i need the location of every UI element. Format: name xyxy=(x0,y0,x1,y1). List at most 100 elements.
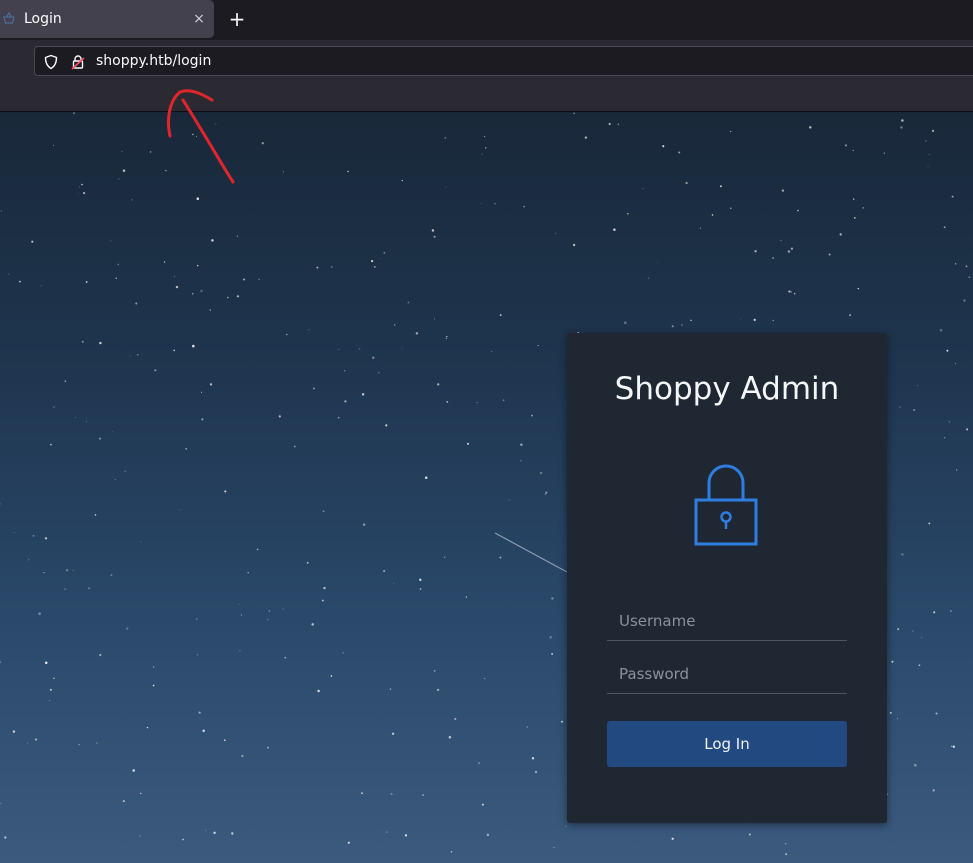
star xyxy=(27,559,30,561)
star xyxy=(347,170,349,173)
star xyxy=(968,276,971,279)
star xyxy=(433,669,436,672)
star xyxy=(44,537,48,540)
star xyxy=(839,233,842,236)
star xyxy=(240,614,242,616)
star xyxy=(785,853,788,856)
star xyxy=(951,745,953,747)
star xyxy=(32,534,35,537)
star xyxy=(912,630,914,632)
star xyxy=(491,351,493,353)
star xyxy=(65,569,69,572)
username-input[interactable] xyxy=(607,601,847,641)
star xyxy=(753,318,756,322)
star xyxy=(900,126,903,129)
star xyxy=(53,406,55,408)
star xyxy=(499,556,502,559)
star xyxy=(678,151,681,154)
star xyxy=(849,314,852,317)
star xyxy=(316,266,319,269)
star xyxy=(200,289,203,293)
close-icon[interactable]: × xyxy=(189,9,209,29)
star xyxy=(857,287,860,290)
star xyxy=(852,149,854,152)
star xyxy=(149,151,152,153)
login-button[interactable]: Log In xyxy=(607,721,847,767)
star xyxy=(330,675,333,677)
star xyxy=(523,205,526,208)
star xyxy=(681,324,683,326)
star xyxy=(83,192,86,195)
star xyxy=(121,150,123,152)
star xyxy=(480,203,482,205)
star xyxy=(925,140,927,142)
star xyxy=(671,837,674,840)
star xyxy=(131,199,133,201)
new-tab-button[interactable]: + xyxy=(226,8,248,30)
star xyxy=(740,318,742,320)
star xyxy=(231,832,234,835)
star xyxy=(519,459,522,462)
star xyxy=(928,153,930,155)
star xyxy=(424,476,428,480)
star xyxy=(154,369,157,372)
star xyxy=(862,207,864,209)
star xyxy=(466,442,470,445)
star xyxy=(152,666,155,668)
star xyxy=(927,165,929,168)
star xyxy=(129,355,131,357)
star xyxy=(110,240,112,242)
star xyxy=(282,608,284,610)
star xyxy=(481,153,483,155)
star xyxy=(657,262,659,264)
star xyxy=(448,735,452,739)
star xyxy=(613,228,616,232)
star xyxy=(883,152,886,154)
star xyxy=(478,762,481,765)
star xyxy=(96,742,98,744)
star xyxy=(921,637,923,639)
star xyxy=(293,445,296,448)
star xyxy=(342,652,345,654)
star xyxy=(608,122,611,126)
star xyxy=(267,746,270,749)
star xyxy=(112,431,114,433)
star xyxy=(626,212,629,215)
star xyxy=(224,490,227,493)
star xyxy=(261,142,264,145)
star xyxy=(330,265,333,268)
star xyxy=(122,169,126,172)
tab-login[interactable]: Login × xyxy=(0,0,214,38)
star xyxy=(772,319,774,322)
insecure-lock-icon[interactable] xyxy=(70,54,86,70)
star xyxy=(914,763,917,767)
star xyxy=(431,229,435,232)
star xyxy=(551,597,554,600)
star xyxy=(891,660,894,663)
star xyxy=(227,296,229,299)
star xyxy=(196,618,198,620)
star xyxy=(174,275,176,277)
username-field-wrapper xyxy=(607,601,847,641)
star xyxy=(115,277,118,280)
url-text[interactable]: shoppy.htb/login xyxy=(96,53,211,69)
star xyxy=(383,251,386,254)
star xyxy=(932,789,935,792)
url-bar[interactable]: shoppy.htb/login xyxy=(34,46,973,76)
shield-icon[interactable] xyxy=(43,54,59,70)
star xyxy=(946,349,949,352)
star xyxy=(191,292,194,295)
star xyxy=(531,414,533,417)
password-input[interactable] xyxy=(607,654,847,694)
star xyxy=(385,424,388,427)
star xyxy=(94,514,97,516)
star xyxy=(889,711,892,714)
star xyxy=(531,757,535,760)
star xyxy=(213,831,216,834)
star xyxy=(126,627,129,630)
star xyxy=(110,574,113,577)
star xyxy=(139,792,142,795)
star xyxy=(165,169,167,172)
star xyxy=(239,650,241,652)
star xyxy=(99,653,102,657)
